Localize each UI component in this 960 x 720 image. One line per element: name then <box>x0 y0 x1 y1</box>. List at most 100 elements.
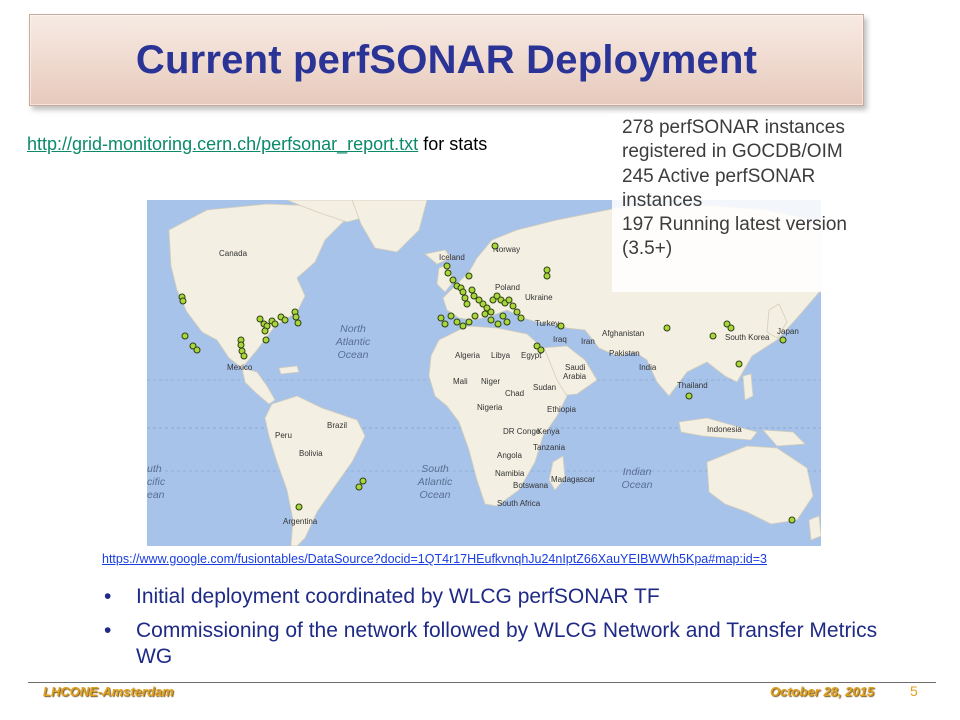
label-dr-congo: DR Congo <box>503 427 541 436</box>
site-marker[interactable] <box>292 313 300 321</box>
site-marker[interactable] <box>685 392 693 400</box>
bullet-text: Initial deployment coordinated by WLCG p… <box>136 585 660 608</box>
site-marker[interactable] <box>461 294 469 302</box>
label-south-atlantic-3: Ocean <box>420 489 451 501</box>
page-number: 5 <box>910 683 918 699</box>
site-marker[interactable] <box>543 272 551 280</box>
land-new-zealand <box>808 515 821 541</box>
site-marker[interactable] <box>517 314 525 322</box>
site-marker[interactable] <box>449 276 457 284</box>
label-sudan: Sudan <box>533 383 556 392</box>
site-marker[interactable] <box>537 346 545 354</box>
site-marker[interactable] <box>663 324 671 332</box>
stats-line: registered in GOCDB/OIM <box>622 141 843 163</box>
report-link[interactable]: http://grid-monitoring.cern.ch/perfsonar… <box>27 134 418 154</box>
label-indonesia: Indonesia <box>707 425 742 434</box>
label-nigeria: Nigeria <box>477 403 503 412</box>
site-marker[interactable] <box>471 312 479 320</box>
label-iraq: Iraq <box>553 335 567 344</box>
label-south-korea: South Korea <box>725 333 770 342</box>
site-marker[interactable] <box>261 327 269 335</box>
site-marker[interactable] <box>468 286 476 294</box>
site-marker[interactable] <box>441 320 449 328</box>
site-marker[interactable] <box>237 341 245 349</box>
stats-line: instances <box>622 189 703 211</box>
site-marker[interactable] <box>294 319 302 327</box>
site-marker[interactable] <box>271 320 279 328</box>
site-marker[interactable] <box>465 318 473 326</box>
bullet-dot: • <box>104 619 112 642</box>
label-south-africa: South Africa <box>497 499 541 508</box>
stats-line: 197 Running latest version <box>622 214 847 236</box>
label-brazil: Brazil <box>327 421 347 430</box>
label-iran: Iran <box>581 337 595 346</box>
label-thailand: Thailand <box>677 381 708 390</box>
stats-box: 278 perfSONAR instances registered in GO… <box>612 114 912 292</box>
footer-date: October 28, 2015 <box>770 684 875 699</box>
site-marker[interactable] <box>709 332 717 340</box>
site-marker[interactable] <box>505 296 513 304</box>
site-marker[interactable] <box>262 336 270 344</box>
map-source-link[interactable]: https://www.google.com/fusiontables/Data… <box>102 552 902 566</box>
report-line: http://grid-monitoring.cern.ch/perfsonar… <box>27 132 587 156</box>
site-marker[interactable] <box>487 308 495 316</box>
site-marker[interactable] <box>727 324 735 332</box>
site-marker[interactable] <box>443 262 451 270</box>
land-philippines <box>742 373 754 401</box>
bullet-item: • Commissioning of the network followed … <box>104 618 904 670</box>
site-marker[interactable] <box>179 297 187 305</box>
site-marker[interactable] <box>459 288 467 296</box>
site-marker[interactable] <box>503 318 511 326</box>
label-saudi-1: Saudi <box>565 363 586 372</box>
site-marker[interactable] <box>494 320 502 328</box>
site-marker[interactable] <box>359 477 367 485</box>
label-pakistan: Pakistan <box>609 349 640 358</box>
site-marker[interactable] <box>193 346 201 354</box>
site-marker[interactable] <box>463 300 471 308</box>
site-marker[interactable] <box>499 312 507 320</box>
site-marker[interactable] <box>779 336 787 344</box>
label-indian-1: Indian <box>623 466 652 478</box>
label-north-atlantic-2: Atlantic <box>335 336 371 348</box>
label-ethiopia: Ethiopia <box>547 405 576 414</box>
site-marker[interactable] <box>459 322 467 330</box>
label-pacific-2: cific <box>147 476 166 488</box>
label-poland: Poland <box>495 283 520 292</box>
label-japan: Japan <box>777 327 799 336</box>
label-peru: Peru <box>275 431 292 440</box>
site-marker[interactable] <box>788 516 796 524</box>
label-niger: Niger <box>481 377 500 386</box>
site-marker[interactable] <box>181 332 189 340</box>
site-marker[interactable] <box>513 308 521 316</box>
label-indian-2: Ocean <box>622 479 653 491</box>
site-marker[interactable] <box>453 318 461 326</box>
title-banner: Current perfSONAR Deployment <box>29 14 864 106</box>
bullet-item: • Initial deployment coordinated by WLCG… <box>104 584 904 610</box>
label-canada: Canada <box>219 249 248 258</box>
label-north-atlantic-3: Ocean <box>338 349 369 361</box>
site-marker[interactable] <box>543 266 551 274</box>
site-marker[interactable] <box>447 312 455 320</box>
site-marker[interactable] <box>355 483 363 491</box>
site-marker[interactable] <box>281 316 289 324</box>
site-marker[interactable] <box>487 316 495 324</box>
footer-divider <box>28 682 936 683</box>
label-algeria: Algeria <box>455 351 480 360</box>
site-marker[interactable] <box>557 322 565 330</box>
label-afghanistan: Afghanistan <box>602 329 644 338</box>
label-pacific-3: ean <box>147 489 165 501</box>
label-turkey: Turkey <box>535 319 559 328</box>
label-botswana: Botswana <box>513 481 549 490</box>
site-marker[interactable] <box>444 269 452 277</box>
label-iceland: Iceland <box>439 253 465 262</box>
site-marker[interactable] <box>481 310 489 318</box>
site-marker[interactable] <box>437 314 445 322</box>
label-namibia: Namibia <box>495 469 525 478</box>
site-marker[interactable] <box>240 352 248 360</box>
site-marker[interactable] <box>295 503 303 511</box>
site-marker[interactable] <box>465 272 473 280</box>
site-marker[interactable] <box>491 242 499 250</box>
site-marker[interactable] <box>735 360 743 368</box>
label-south-atlantic-1: South <box>421 463 449 475</box>
site-marker[interactable] <box>509 302 517 310</box>
